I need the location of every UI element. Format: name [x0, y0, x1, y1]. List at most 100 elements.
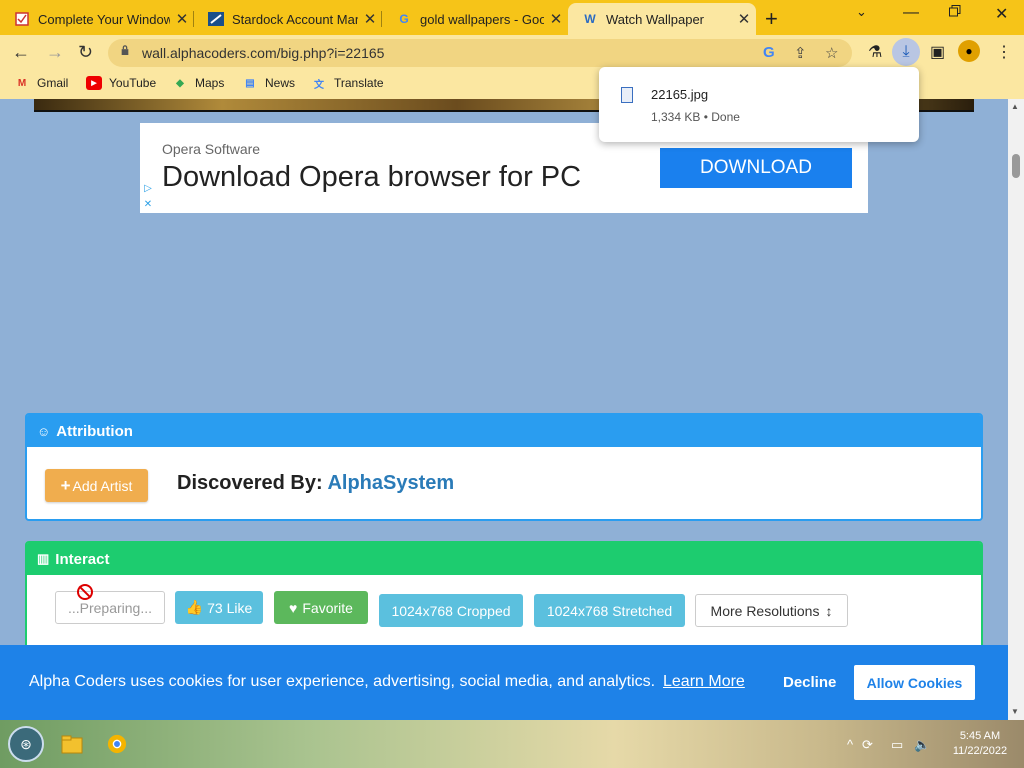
- add-artist-label: Add Artist: [72, 477, 133, 494]
- stretched-download-button[interactable]: 1024x768 Stretched: [534, 594, 685, 627]
- side-panel-icon[interactable]: ▣: [930, 42, 945, 62]
- bookmark-maps[interactable]: ◆ Maps: [172, 76, 224, 90]
- attribution-body: + Add Artist Discovered By: AlphaSystem: [27, 447, 981, 519]
- interact-title: Interact: [55, 550, 110, 568]
- discoverer-link[interactable]: AlphaSystem: [327, 472, 454, 494]
- alphacoders-icon: W: [584, 12, 596, 26]
- favorite-label: Favorite: [302, 599, 353, 616]
- bookmark-gmail[interactable]: M Gmail: [14, 76, 69, 90]
- back-icon[interactable]: ←: [12, 42, 30, 63]
- tab-title: Watch Wallpaper: [606, 11, 705, 27]
- gmail-icon: M: [17, 77, 27, 89]
- attribution-panel: ☺ Attribution + Add Artist Discovered By…: [25, 413, 983, 521]
- cookie-banner: Alpha Coders uses cookies for user exper…: [0, 645, 1008, 720]
- reload-icon[interactable]: ↻: [78, 42, 93, 63]
- bookmark-translate[interactable]: 文 Translate: [311, 76, 384, 91]
- tab-title: Complete Your Window: [38, 11, 170, 27]
- like-label: 73 Like: [207, 599, 253, 616]
- page-scrollbar[interactable]: ▲ ▼: [1008, 99, 1024, 720]
- clock-time: 5:45 AM: [959, 730, 1001, 742]
- attribution-title: Attribution: [56, 422, 133, 440]
- bookmark-star-icon[interactable]: ☆: [825, 44, 838, 62]
- google-icon: G: [399, 12, 409, 26]
- close-tab-icon[interactable]: ✕: [732, 10, 756, 28]
- learn-more-link[interactable]: Learn More: [663, 673, 745, 691]
- url-text: wall.alphacoders.com/big.php?i=22165: [142, 45, 385, 61]
- sync-icon[interactable]: ⟳: [862, 737, 873, 753]
- show-hidden-icons-icon[interactable]: ^: [847, 737, 853, 752]
- close-tab-icon[interactable]: ✕: [358, 10, 382, 28]
- system-clock[interactable]: 5:45 AM 11/22/2022: [940, 729, 1020, 759]
- extension-flask-icon[interactable]: ⚗: [868, 42, 882, 62]
- plus-icon: +: [60, 475, 71, 495]
- tab-strip: Complete Your Window ✕ Stardock Account …: [0, 0, 1024, 35]
- scroll-up-icon[interactable]: ▲: [1011, 102, 1019, 111]
- youtube-icon: ▶: [86, 76, 102, 90]
- tab-watch-wallpaper[interactable]: W Watch Wallpaper ✕: [568, 3, 756, 35]
- thumbs-up-icon: 👍: [185, 599, 204, 615]
- download-icon[interactable]: ⤓: [892, 38, 920, 66]
- google-lens-icon[interactable]: G: [763, 44, 775, 61]
- display-icon[interactable]: ▭: [891, 737, 903, 753]
- not-allowed-icon: [77, 584, 93, 600]
- volume-icon[interactable]: 🔈: [914, 737, 930, 753]
- discovered-by: Discovered By: AlphaSystem: [177, 472, 454, 495]
- tab-title: Stardock Account Man: [232, 11, 358, 27]
- maximize-icon[interactable]: [949, 4, 961, 22]
- close-tab-icon[interactable]: ✕: [544, 10, 568, 28]
- news-icon: ▤: [245, 77, 255, 89]
- cookie-message: Alpha Coders uses cookies for user exper…: [29, 673, 656, 690]
- heart-icon: ♥: [289, 599, 298, 616]
- cropped-download-button[interactable]: 1024x768 Cropped: [379, 594, 523, 627]
- adchoices-icon[interactable]: ▷: [140, 181, 156, 196]
- close-tab-icon[interactable]: ✕: [170, 10, 194, 28]
- chrome-icon[interactable]: [106, 734, 128, 754]
- decline-cookies-button[interactable]: Decline: [783, 674, 836, 691]
- like-button[interactable]: 👍 73 Like: [175, 591, 263, 624]
- bookmark-youtube[interactable]: ▶ YouTube: [86, 76, 156, 90]
- start-button-icon[interactable]: ⊛: [8, 726, 44, 762]
- scroll-thumb[interactable]: [1012, 154, 1020, 178]
- share-icon[interactable]: ⇪: [794, 44, 807, 62]
- stardock-icon: [208, 11, 224, 27]
- download-preparing-button[interactable]: ...Preparing...: [55, 591, 165, 624]
- allow-cookies-button[interactable]: Allow Cookies: [854, 665, 975, 700]
- scroll-down-icon[interactable]: ▼: [1011, 707, 1019, 716]
- file-image-icon: [621, 87, 633, 103]
- interact-header: ▥ Interact: [27, 543, 981, 575]
- new-tab-icon[interactable]: +: [765, 6, 778, 32]
- user-icon: ☺: [37, 423, 51, 439]
- ad-close-icon[interactable]: ✕: [140, 197, 156, 212]
- address-bar[interactable]: wall.alphacoders.com/big.php?i=22165 G ⇪…: [108, 39, 852, 67]
- ad-download-button[interactable]: DOWNLOAD: [660, 148, 852, 188]
- close-window-icon[interactable]: ✕: [995, 4, 1008, 24]
- bookmark-label: Maps: [195, 76, 225, 90]
- ad-headline[interactable]: Download Opera browser for PC: [162, 161, 581, 194]
- more-resolutions-label: More Resolutions: [710, 602, 820, 619]
- chart-icon: ▥: [37, 551, 50, 566]
- tab-search-chevron-icon[interactable]: ⌄: [856, 4, 867, 20]
- vertical-arrows-icon: ↕: [825, 602, 833, 619]
- more-resolutions-button[interactable]: More Resolutions ↕: [695, 594, 848, 627]
- bookmark-label: YouTube: [109, 76, 157, 90]
- maps-icon: ◆: [176, 77, 184, 89]
- discovered-label: Discovered By:: [177, 472, 323, 494]
- tab-title: gold wallpapers - Goo: [420, 11, 544, 27]
- favorite-button[interactable]: ♥ Favorite: [274, 591, 368, 624]
- tab-stardock-account[interactable]: Stardock Account Man ✕: [194, 3, 382, 35]
- minimize-icon[interactable]: —: [903, 4, 919, 22]
- translate-icon: 文: [314, 79, 324, 91]
- forward-icon[interactable]: →: [46, 42, 64, 63]
- download-status: 1,334 KB • Done: [651, 110, 740, 124]
- bookmark-label: News: [265, 76, 296, 90]
- file-explorer-icon[interactable]: [61, 734, 83, 754]
- profile-avatar-icon[interactable]: ●: [958, 40, 980, 62]
- bookmark-news[interactable]: ▤ News: [242, 76, 295, 90]
- add-artist-button[interactable]: + Add Artist: [45, 469, 148, 502]
- download-filename[interactable]: 22165.jpg: [651, 87, 708, 102]
- menu-icon[interactable]: ⋮: [996, 42, 1012, 62]
- bookmark-label: Gmail: [37, 76, 69, 90]
- ad-source: Opera Software: [162, 141, 261, 157]
- tab-gold-wallpapers[interactable]: G gold wallpapers - Goo ✕: [382, 3, 568, 35]
- tab-complete-your-windows[interactable]: Complete Your Window ✕: [0, 3, 194, 35]
